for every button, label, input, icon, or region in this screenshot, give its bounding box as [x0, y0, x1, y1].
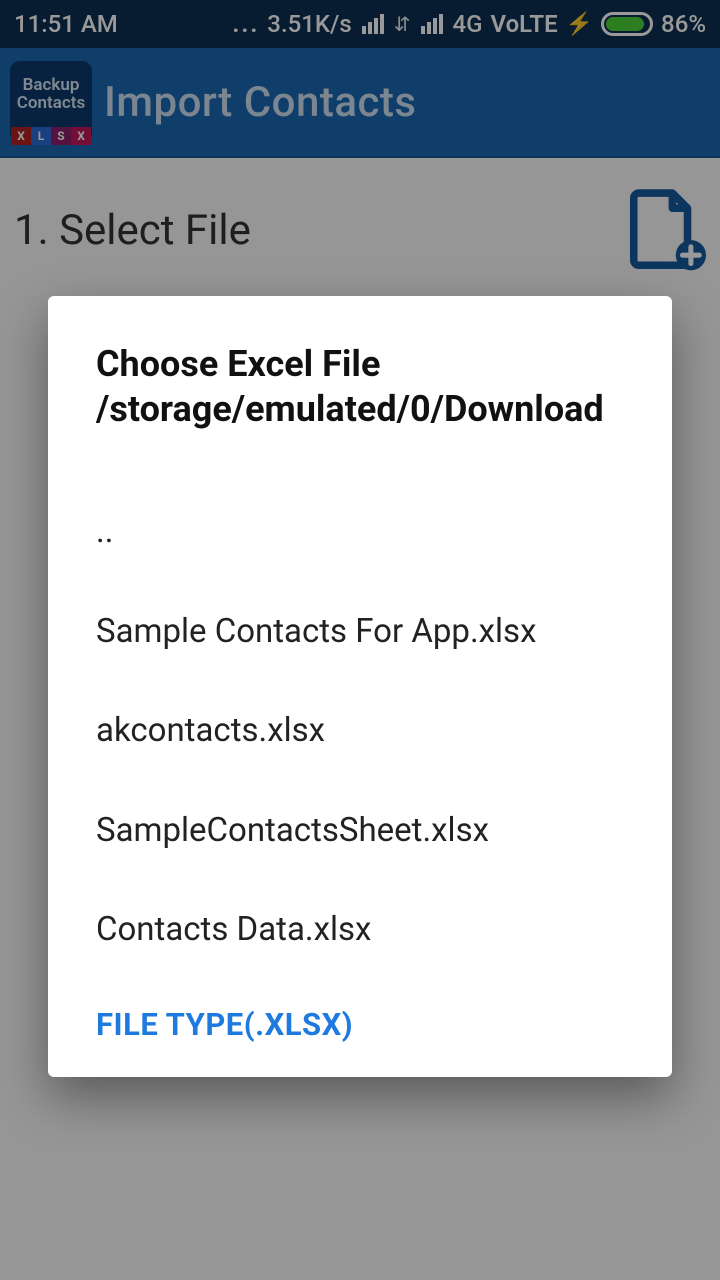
choose-file-dialog: Choose Excel File /storage/emulated/0/Do…	[48, 296, 672, 1077]
file-type-button[interactable]: FILE TYPE(.XLSX)	[96, 1006, 624, 1043]
list-item[interactable]: akcontacts.xlsx	[96, 681, 624, 781]
dialog-title: Choose Excel File /storage/emulated/0/Do…	[96, 342, 624, 432]
dialog-title-path: /storage/emulated/0/Download	[96, 387, 624, 432]
list-item-parent-dir[interactable]: ..	[96, 482, 624, 582]
file-list: .. Sample Contacts For App.xlsx akcontac…	[96, 482, 624, 980]
list-item[interactable]: Contacts Data.xlsx	[96, 880, 624, 980]
dialog-title-line1: Choose Excel File	[96, 342, 624, 387]
list-item[interactable]: SampleContactsSheet.xlsx	[96, 781, 624, 881]
list-item[interactable]: Sample Contacts For App.xlsx	[96, 582, 624, 682]
